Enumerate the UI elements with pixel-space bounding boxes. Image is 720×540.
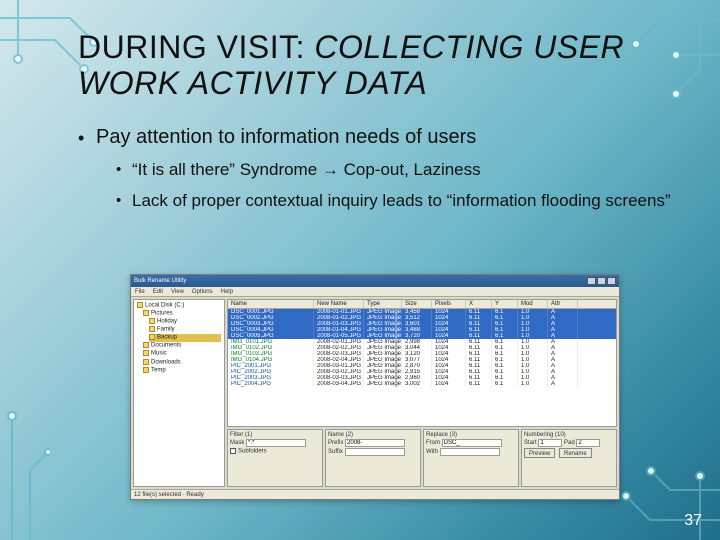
column-header[interactable]: Name	[228, 300, 314, 308]
num-start-input[interactable]	[538, 439, 562, 447]
replace-from-input[interactable]	[442, 439, 502, 447]
folder-icon	[143, 367, 149, 373]
panel-numbering-title: Numbering (10)	[524, 432, 614, 438]
suffix-input[interactable]	[345, 448, 405, 456]
tree-node[interactable]: Backup	[149, 334, 221, 342]
menu-edit[interactable]: Edit	[153, 289, 163, 295]
folder-icon	[143, 350, 149, 356]
tree-node[interactable]: Family	[149, 326, 221, 334]
bullet-main: Pay attention to information needs of us…	[78, 126, 680, 213]
num-pad-input[interactable]	[576, 439, 600, 447]
panel-replace: Replace (3) From With	[423, 429, 519, 487]
column-header[interactable]: Mod	[518, 300, 548, 308]
bullet-sub-2: Lack of proper contextual inquiry leads …	[116, 190, 680, 213]
panel-name-title: Name (2)	[328, 432, 418, 438]
panel-filter: Filter (1) Mask Subfolders	[227, 429, 323, 487]
title-plain: DURING VISIT:	[78, 29, 314, 65]
folder-icon	[143, 310, 149, 316]
tree-node[interactable]: Music	[143, 350, 221, 358]
prefix-input[interactable]	[345, 439, 405, 447]
preview-button[interactable]: Preview	[524, 448, 555, 458]
tree-node[interactable]: Local Disk (C:)	[137, 302, 221, 310]
column-header[interactable]: Y	[492, 300, 518, 308]
panel-replace-title: Replace (3)	[426, 432, 516, 438]
column-header[interactable]: Type	[364, 300, 402, 308]
folder-icon	[149, 318, 155, 324]
menu-help[interactable]: Help	[221, 289, 233, 295]
folder-icon	[149, 326, 155, 332]
minimize-button[interactable]	[587, 277, 596, 285]
tree-node[interactable]: Documents	[143, 342, 221, 350]
column-header[interactable]: Size	[402, 300, 432, 308]
tree-node[interactable]: Pictures	[143, 310, 221, 318]
tree-node[interactable]: Temp	[143, 367, 221, 375]
column-header[interactable]: Pixels	[432, 300, 466, 308]
bullet-sub-1: “It is all there” Syndrome → Cop-out, La…	[116, 159, 680, 182]
menu-view[interactable]: View	[171, 289, 184, 295]
page-number: 37	[684, 512, 702, 530]
table-row[interactable]: PIC_2004.JPG2008-03-04.JPGJPEG Image3,00…	[228, 381, 616, 387]
status-text: 12 file(s) selected · Ready	[134, 492, 204, 498]
bullet-main-text: Pay attention to information needs of us…	[96, 126, 476, 148]
window-title: Bulk Rename Utility	[134, 278, 186, 284]
decor-circuit-bottom-left	[0, 340, 50, 540]
menubar: File Edit View Options Help	[131, 287, 619, 297]
folder-icon	[143, 342, 149, 348]
folder-icon	[137, 302, 143, 308]
file-list-header: NameNew NameTypeSizePixelsXYModAttr	[228, 300, 616, 309]
maximize-button[interactable]	[597, 277, 606, 285]
filter-mask-input[interactable]	[246, 439, 306, 447]
menu-file[interactable]: File	[135, 289, 145, 295]
column-header[interactable]: New Name	[314, 300, 364, 308]
folder-icon	[143, 359, 149, 365]
folder-tree[interactable]: Local Disk (C:)PicturesHolidayFamilyBack…	[133, 299, 225, 487]
menu-options[interactable]: Options	[192, 289, 213, 295]
panel-filter-title: Filter (1)	[230, 432, 320, 438]
embedded-screenshot: Bulk Rename Utility File Edit View Options H…	[130, 274, 620, 500]
close-button[interactable]	[607, 277, 616, 285]
tree-node[interactable]: Downloads	[143, 359, 221, 367]
column-header[interactable]: Attr	[548, 300, 578, 308]
tree-node[interactable]: Holiday	[149, 318, 221, 326]
panel-numbering: Numbering (10) Start Pad Preview Rename	[521, 429, 617, 487]
statusbar: 12 file(s) selected · Ready	[131, 489, 619, 499]
subfolders-checkbox[interactable]	[230, 448, 236, 454]
replace-with-input[interactable]	[440, 448, 500, 456]
file-list[interactable]: NameNew NameTypeSizePixelsXYModAttr DSC_…	[227, 299, 617, 427]
column-header[interactable]: X	[466, 300, 492, 308]
rename-button[interactable]: Rename	[559, 448, 592, 458]
folder-icon	[149, 334, 155, 340]
window-titlebar: Bulk Rename Utility	[131, 275, 619, 287]
slide-title: DURING VISIT: COLLECTING USER WORK ACTIV…	[78, 30, 680, 102]
panel-name: Name (2) Prefix Suffix	[325, 429, 421, 487]
